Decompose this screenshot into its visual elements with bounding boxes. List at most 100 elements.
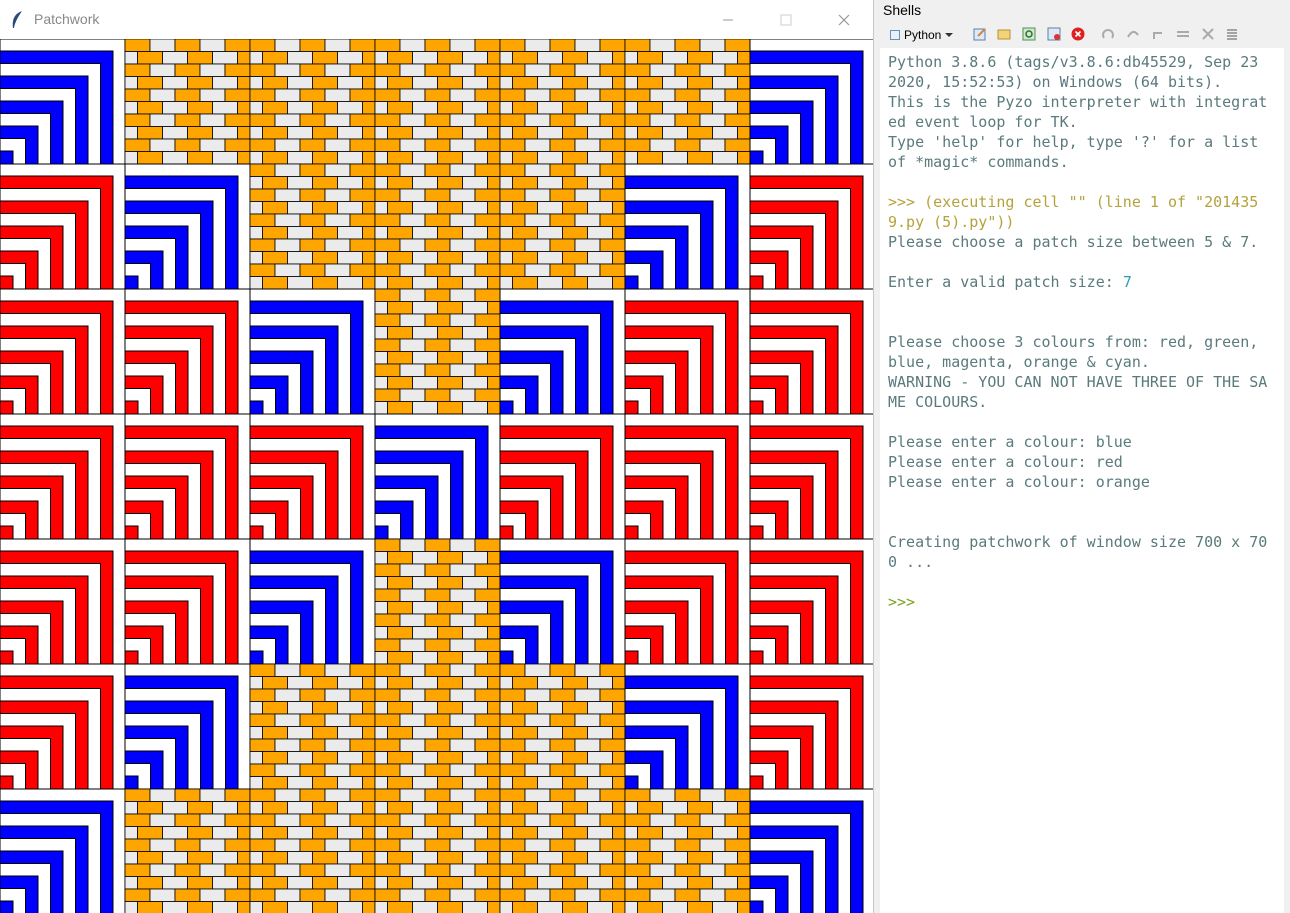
brick [137, 51, 163, 65]
brick [587, 151, 613, 165]
patch [0, 413, 126, 540]
brick [374, 688, 401, 702]
shell-line: >>> [888, 592, 1276, 612]
brick [537, 876, 563, 890]
new-shell-button[interactable] [1046, 26, 1062, 42]
brick [149, 39, 176, 52]
brick [574, 113, 601, 127]
brick [424, 888, 451, 902]
patch [499, 288, 626, 415]
brick [374, 63, 401, 77]
refresh-icon [1022, 27, 1036, 41]
step-over-button[interactable] [1125, 26, 1141, 42]
brick [262, 901, 288, 913]
shell-selector[interactable]: Python [886, 26, 957, 44]
brick [424, 588, 451, 602]
clear-button[interactable] [1200, 26, 1216, 42]
brick [162, 151, 188, 165]
shell-line: Please choose a patch size between 5 & 7… [888, 232, 1276, 252]
l-stripe [749, 525, 764, 540]
brick [599, 788, 626, 802]
brick [349, 213, 376, 227]
brick [512, 701, 538, 715]
list-button[interactable] [1224, 26, 1240, 42]
step-out-button[interactable] [1150, 26, 1166, 42]
patch [0, 788, 126, 913]
brick [487, 876, 501, 890]
step-over-icon [1127, 31, 1139, 38]
patch [249, 163, 376, 290]
brick [487, 826, 501, 840]
continue-button[interactable] [1175, 26, 1191, 42]
brick [124, 138, 151, 152]
brick [124, 876, 138, 890]
minimize-button[interactable] [700, 0, 756, 39]
shells-toolbar: Python [884, 24, 1284, 46]
brick [312, 176, 338, 190]
brick [662, 76, 688, 90]
brick [387, 151, 413, 165]
brick [612, 176, 626, 190]
shell-output[interactable]: Python 3.8.6 (tags/v3.8.6:db45529, Sep 2… [880, 48, 1284, 913]
brick [274, 763, 301, 777]
brick [124, 151, 138, 165]
brick [599, 113, 626, 127]
brick [649, 39, 676, 52]
brick [374, 101, 388, 115]
brick [224, 138, 251, 152]
brick [687, 126, 713, 140]
shell-line-text: Please enter a colour: red [888, 453, 1123, 471]
brick [287, 851, 313, 865]
brick [487, 701, 501, 715]
brick [549, 163, 576, 177]
brick [499, 163, 526, 177]
brick [574, 813, 601, 827]
window-titlebar[interactable]: Patchwork [0, 0, 873, 39]
patch [374, 163, 501, 290]
brick [499, 751, 513, 765]
brick [362, 151, 376, 165]
close-button[interactable] [816, 0, 872, 39]
interrupt-button[interactable] [1100, 26, 1116, 42]
brick [137, 826, 163, 840]
brick [499, 688, 526, 702]
brick [499, 113, 526, 127]
brick [374, 113, 401, 127]
stop-button[interactable] [1070, 26, 1086, 42]
brick [424, 388, 451, 402]
brick [399, 138, 426, 152]
brick [549, 738, 576, 752]
brick [449, 338, 476, 352]
brick [587, 726, 613, 740]
brick [499, 788, 526, 802]
brick [374, 601, 388, 615]
brick [374, 563, 401, 577]
brick [274, 888, 301, 902]
folder-icon [997, 29, 1011, 40]
brick [724, 813, 751, 827]
refresh-button[interactable] [1021, 26, 1037, 42]
brick [224, 63, 251, 77]
brick [424, 663, 451, 677]
brick [287, 776, 313, 790]
folder-button[interactable] [996, 26, 1012, 42]
brick [199, 788, 226, 802]
brick [124, 101, 138, 115]
brick [474, 588, 501, 602]
brick [549, 713, 576, 727]
brick [249, 826, 263, 840]
patch [499, 163, 626, 290]
brick [399, 838, 426, 852]
brick [512, 801, 538, 815]
brick [437, 251, 463, 265]
brick [587, 676, 613, 690]
l-stripe [0, 400, 14, 415]
patch [374, 663, 501, 790]
brick [412, 576, 438, 590]
brick [337, 126, 363, 140]
brick [424, 688, 451, 702]
maximize-button[interactable] [758, 0, 814, 39]
brick [362, 776, 376, 790]
brick [487, 226, 501, 240]
edit-button[interactable] [972, 26, 988, 42]
